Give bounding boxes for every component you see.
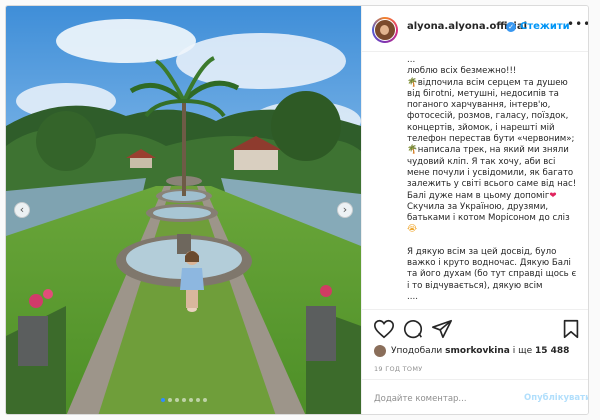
caption-line: поганого харчування, інтерв'ю,	[407, 100, 551, 111]
carousel-dots	[6, 398, 361, 402]
caption-line: ...	[407, 55, 416, 65]
action-bar	[362, 309, 588, 345]
caption-line: ....	[407, 291, 418, 302]
likes-summary: Уподобали smorkovkina і ще 15 488	[374, 344, 588, 360]
avatar[interactable]	[372, 17, 398, 43]
caption-line: залежить у світі всього саме від нас!	[407, 179, 577, 190]
chevron-right-icon[interactable]: ›	[337, 202, 353, 218]
caption-line: Балі дуже нам в цьому допоміг❤	[407, 191, 581, 202]
bookmark-icon[interactable]	[560, 318, 582, 340]
liker-avatar[interactable]	[374, 345, 386, 357]
caption-line: та його духам (бо тут справді щось є	[407, 269, 577, 280]
carousel-dot	[202, 398, 207, 402]
comment-box: Опублікувати	[362, 379, 588, 414]
post-side-panel: alyona.alyona.official ✓ Стежити ••• ...…	[361, 6, 588, 414]
likes-text: Уподобали smorkovkina і ще 15 488	[391, 346, 569, 356]
caption-text: написала трек, на який ми зняли	[417, 145, 569, 156]
publish-button[interactable]: Опублікувати	[524, 393, 588, 403]
chevron-left-icon[interactable]: ‹	[14, 202, 30, 218]
carousel-dot	[167, 398, 172, 402]
caption-line: чудовий кліп. Я так хочу, аби всі	[407, 156, 556, 167]
paper-plane-icon[interactable]	[431, 318, 453, 340]
caption-text: відпочила всім серцем та душею	[417, 77, 568, 88]
caption-text: Балі дуже нам в цьому допоміг	[407, 190, 550, 201]
crying-emoji-icon: 😭	[407, 224, 418, 235]
post-photo[interactable]: ‹ ›	[6, 6, 361, 414]
carousel-dot	[188, 398, 193, 402]
follow-button[interactable]: Стежити	[520, 21, 570, 32]
verified-badge-icon: ✓	[506, 22, 516, 32]
caption-line: важко і круто водночас. Дякую Балі	[407, 258, 571, 269]
comment-input[interactable]	[374, 392, 524, 406]
caption-spacer	[407, 236, 581, 247]
more-options-icon[interactable]: •••	[567, 17, 588, 31]
caption-line: телефон перестав бути «червоним»;	[407, 134, 575, 145]
caption-line: 🌴відпочила всім серцем та душею	[407, 78, 581, 89]
heart-emoji-icon: ❤	[549, 190, 557, 201]
caption: ... люблю всіх безмежно!!! 🌴відпочила вс…	[362, 52, 588, 309]
caption-line: Скучила за Україною, друзями,	[407, 201, 549, 212]
caption-line: від бігotni, метушні, недосипів та	[407, 88, 559, 99]
comment-icon[interactable]	[402, 318, 424, 340]
caption-line: 🌴написала трек, на який ми зняли	[407, 145, 581, 156]
instagram-post: ‹ › alyona.alyona.official ✓ Стежити •••…	[5, 5, 589, 415]
caption-line: фотосесій, розмов, галасу, поїздок,	[407, 111, 569, 122]
caption-line: концертів, зйомок, і нарешті мій	[407, 122, 555, 133]
caption-line: батьками і котом Морісоном до сліз	[407, 213, 570, 224]
carousel-dot	[195, 398, 200, 402]
post-header: alyona.alyona.official ✓ Стежити •••	[362, 6, 588, 52]
caption-line: і то відчувається), дякую всім	[407, 280, 543, 291]
caption-line: мене почули і усвідомили, як багато	[407, 167, 574, 178]
carousel-dot	[160, 398, 165, 402]
heart-icon[interactable]	[373, 318, 395, 340]
caption-line: 😭	[407, 224, 581, 235]
liker-username-link[interactable]: smorkovkina	[445, 346, 510, 356]
carousel-dot	[181, 398, 186, 402]
carousel-dot	[174, 398, 179, 402]
caption-line: люблю всіх безмежно!!!	[407, 66, 517, 77]
likes-prefix: Уподобали	[391, 346, 443, 356]
palm-emoji-icon: 🌴	[407, 77, 418, 88]
likes-count-link[interactable]: 15 488	[535, 346, 569, 356]
post-timestamp[interactable]: 19 ГОД ТОМУ	[374, 365, 423, 373]
garden-photo	[6, 6, 361, 414]
caption-line: Я дякую всім за цей досвід, було	[407, 246, 557, 257]
likes-middle: і ще	[512, 346, 533, 356]
palm-emoji-icon: 🌴	[407, 145, 418, 156]
